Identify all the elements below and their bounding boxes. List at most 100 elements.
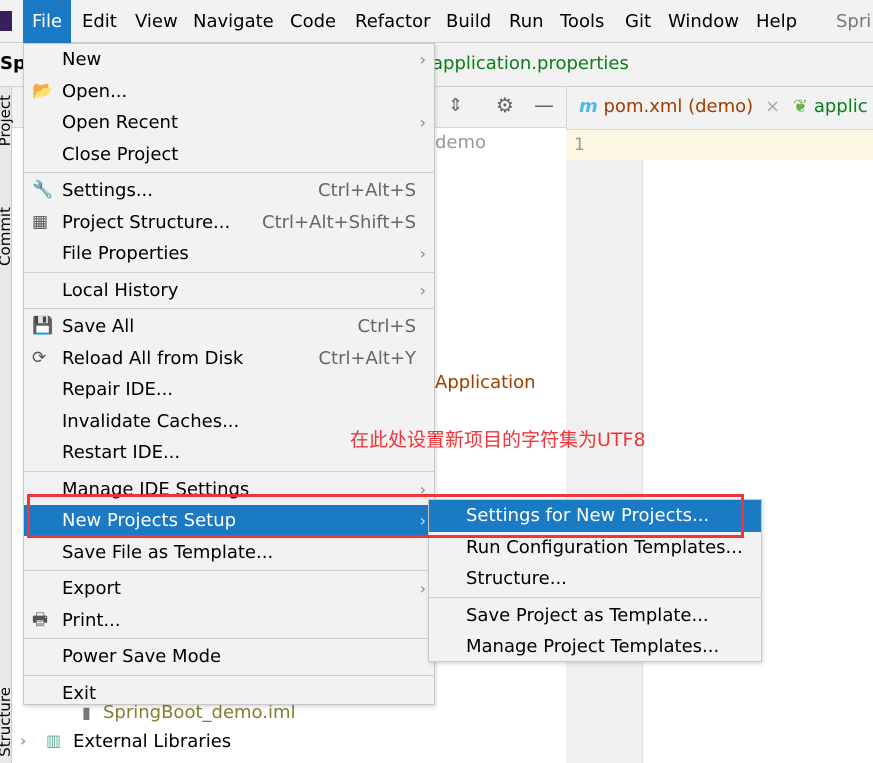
current-line[interactable] bbox=[643, 130, 873, 160]
menu-help[interactable]: Help bbox=[747, 0, 806, 43]
menu-item-label: Project Structure... bbox=[62, 211, 231, 233]
chevron-right-icon: › bbox=[419, 113, 426, 132]
menu-edit[interactable]: Edit bbox=[73, 0, 126, 43]
breadcrumb-file[interactable]: application.properties bbox=[432, 53, 629, 74]
menu-item-print[interactable]: 🖶 Print... bbox=[24, 605, 434, 636]
chevron-right-icon: › bbox=[419, 579, 426, 598]
tool-window-strip: Project Commit Structure bbox=[0, 87, 14, 763]
menu-build[interactable]: Build bbox=[437, 0, 500, 43]
menu-item-label: Power Save Mode bbox=[62, 646, 222, 667]
tree-item-external-libraries[interactable]: External Libraries bbox=[73, 731, 231, 752]
menu-item-label: Close Project bbox=[62, 143, 179, 165]
menu-item-label: Open... bbox=[62, 80, 128, 102]
intellij-logo-icon bbox=[0, 11, 12, 31]
menu-view[interactable]: View bbox=[126, 0, 187, 43]
close-icon[interactable]: × bbox=[765, 96, 780, 117]
collapse-all-icon[interactable]: ⇕ bbox=[448, 95, 463, 116]
menu-item-label: Repair IDE... bbox=[62, 379, 174, 400]
maven-m-icon: m bbox=[579, 96, 598, 117]
tab-application[interactable]: ❦ applic bbox=[793, 96, 868, 117]
chevron-right-icon[interactable]: › bbox=[20, 731, 26, 750]
menu-item-label: Save All bbox=[62, 316, 135, 337]
menu-navigate[interactable]: Navigate bbox=[184, 0, 283, 43]
menu-bar: File Edit View Navigate Code Refactor Build Run… bbox=[0, 0, 873, 43]
menu-item-project-structure[interactable]: ▦ Project Structure... Ctrl+Alt+Shift+S bbox=[24, 207, 434, 238]
reload-icon: ⟳ bbox=[32, 347, 47, 368]
menu-separator bbox=[24, 271, 434, 273]
menu-item-label: Exit bbox=[62, 682, 97, 704]
submenu-item-manage-project-templates[interactable]: Manage Project Templates... bbox=[429, 631, 761, 663]
menu-item-export[interactable]: Export › bbox=[24, 573, 434, 604]
menu-item-label: Local History bbox=[62, 279, 179, 301]
gear-icon[interactable]: ⚙ bbox=[496, 93, 514, 117]
menu-item-open-recent[interactable]: Open Recent › bbox=[24, 107, 434, 138]
menu-item-label: Restart IDE... bbox=[62, 442, 181, 463]
menu-run[interactable]: Run bbox=[500, 0, 553, 43]
menu-item-label: File Properties bbox=[62, 243, 189, 264]
menu-item-save-file-as-template[interactable]: Save File as Template... bbox=[24, 537, 434, 568]
menu-item-open[interactable]: 📂 Open... bbox=[24, 76, 434, 107]
chevron-right-icon: › bbox=[419, 280, 426, 300]
tab-label: pom.xml (demo) bbox=[603, 96, 754, 117]
submenu-item-save-project-as-template[interactable]: Save Project as Template... bbox=[429, 600, 761, 632]
menu-item-reload-all-from-disk[interactable]: ⟳ Reload All from Disk Ctrl+Alt+Y bbox=[24, 343, 434, 374]
tree-item-demo[interactable]: demo bbox=[435, 132, 486, 153]
annotation-highlight-box bbox=[27, 494, 744, 538]
printer-icon: 🖶 bbox=[32, 609, 49, 630]
menu-item-save-all[interactable]: 💾 Save All Ctrl+S bbox=[24, 311, 434, 342]
menu-item-exit[interactable]: Exit bbox=[24, 678, 434, 709]
chevron-right-icon: › bbox=[419, 50, 426, 69]
menu-item-power-save-mode[interactable]: Power Save Mode bbox=[24, 641, 434, 672]
menu-window[interactable]: Window bbox=[659, 0, 748, 43]
menu-separator bbox=[24, 308, 434, 309]
folder-open-icon: 📂 bbox=[32, 80, 54, 101]
menu-item-label: New bbox=[62, 49, 102, 70]
commit-tool-button[interactable]: Commit bbox=[0, 207, 14, 266]
project-tool-button[interactable]: Project bbox=[0, 95, 14, 146]
spring-leaf-icon: ❦ bbox=[793, 96, 809, 117]
menu-separator bbox=[24, 570, 434, 571]
menu-separator bbox=[24, 470, 434, 472]
menu-git[interactable]: Git bbox=[616, 0, 660, 43]
menu-item-close-project[interactable]: Close Project bbox=[24, 139, 434, 170]
structure-tool-button[interactable]: Structure bbox=[0, 687, 14, 757]
menu-item-local-history[interactable]: Local History › bbox=[24, 275, 434, 306]
tab-label: applic bbox=[813, 96, 868, 117]
wrench-icon: 🔧 bbox=[32, 180, 54, 200]
menu-item-label: Export bbox=[62, 578, 121, 599]
menu-item-label: Print... bbox=[62, 609, 121, 631]
menu-refactor[interactable]: Refactor bbox=[346, 0, 440, 43]
menu-item-label: Invalidate Caches... bbox=[62, 410, 240, 432]
shortcut-label: Ctrl+Alt+Shift+S bbox=[262, 211, 416, 233]
line-number: 1 bbox=[566, 130, 643, 160]
file-menu: New › 📂 Open... Open Recent › Close Project 🔧 Se… bbox=[23, 43, 435, 705]
menu-tools[interactable]: Tools bbox=[551, 0, 613, 43]
tab-pom-xml[interactable]: m pom.xml (demo) × bbox=[579, 96, 780, 117]
shortcut-label: Ctrl+S bbox=[357, 316, 416, 337]
project-structure-icon: ▦ bbox=[32, 211, 49, 232]
menu-code[interactable]: Code bbox=[281, 0, 345, 43]
menu-item-repair-ide[interactable]: Repair IDE... bbox=[24, 374, 434, 405]
save-icon: 💾 bbox=[32, 316, 54, 336]
tree-item-application[interactable]: Application bbox=[435, 372, 536, 393]
menu-item-new[interactable]: New › bbox=[24, 44, 434, 75]
menu-separator bbox=[429, 596, 761, 598]
menu-item-settings[interactable]: 🔧 Settings... Ctrl+Alt+S bbox=[24, 175, 434, 206]
chevron-right-icon: › bbox=[419, 244, 426, 263]
editor-tabs: m pom.xml (demo) × ❦ applic bbox=[566, 87, 873, 130]
shortcut-label: Ctrl+Alt+Y bbox=[318, 347, 416, 369]
shortcut-label: Ctrl+Alt+S bbox=[318, 180, 416, 201]
hide-icon[interactable]: — bbox=[534, 93, 554, 117]
menu-item-label: Open Recent bbox=[62, 112, 179, 133]
menu-item-label: Settings... bbox=[62, 180, 153, 201]
menu-separator bbox=[24, 674, 434, 676]
menu-item-file-properties[interactable]: File Properties › bbox=[24, 238, 434, 269]
menu-separator bbox=[24, 172, 434, 173]
library-icon: ▥ bbox=[46, 731, 62, 750]
menu-file[interactable]: File bbox=[23, 0, 72, 43]
menu-item-label: Reload All from Disk bbox=[62, 347, 244, 369]
submenu-item-structure[interactable]: Structure... bbox=[429, 563, 761, 595]
menu-item-label: Save File as Template... bbox=[62, 541, 274, 563]
menu-separator bbox=[24, 638, 434, 639]
window-title: Spri bbox=[836, 11, 872, 32]
